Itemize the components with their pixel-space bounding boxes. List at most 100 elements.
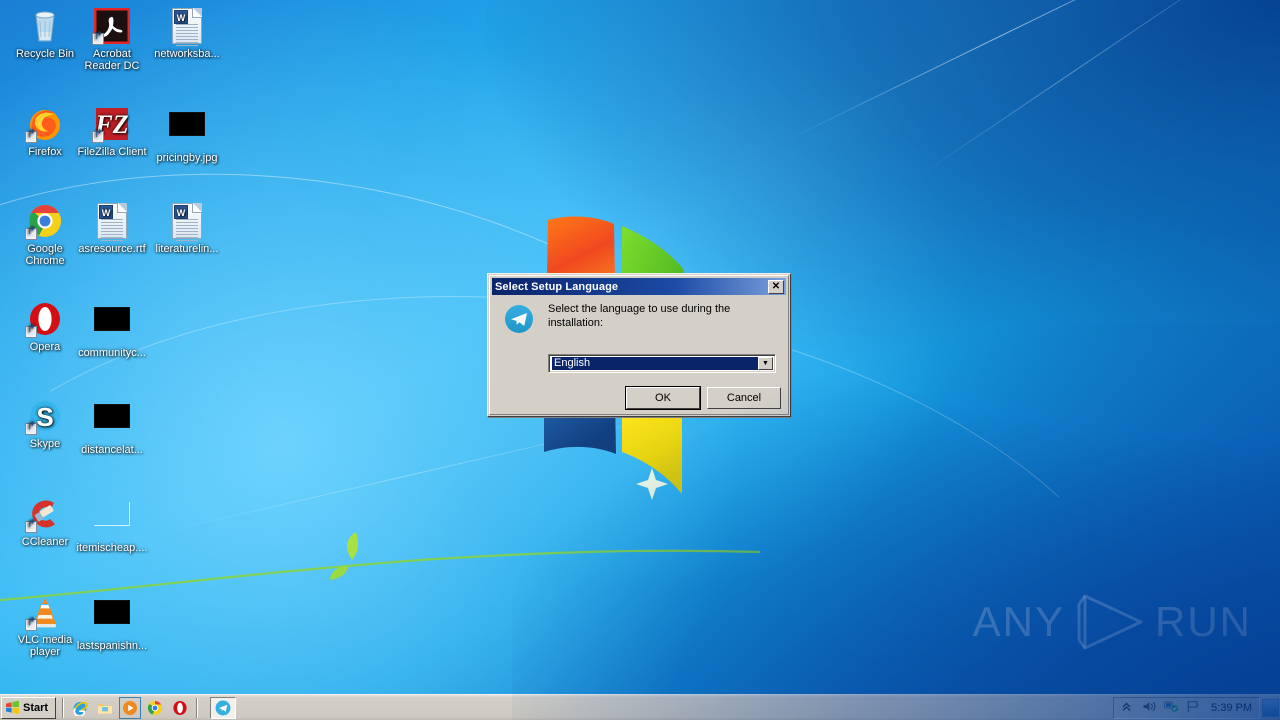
quicklaunch-internet-explorer[interactable]	[72, 700, 88, 716]
desktop-icon-distancelat[interactable]: distancelat...	[75, 398, 149, 456]
desktop-icon-label: Recycle Bin	[8, 48, 82, 60]
desktop-icon-itemischeap[interactable]: itemischeap....	[75, 496, 149, 554]
desktop-icon-google-chrome[interactable]: Google Chrome	[8, 203, 82, 267]
desktop-icon-label: Opera	[8, 341, 82, 353]
desktop-icon-acrobat-reader-dc[interactable]: Acrobat Reader DC	[75, 8, 149, 72]
dialog-frame: Select Setup Language ✕ Select the langu…	[489, 275, 789, 415]
desktop-icon-vlc-media-player[interactable]: VLC media player	[8, 594, 82, 658]
chevron-down-icon[interactable]: ▼	[758, 357, 773, 370]
recycle-bin-icon	[27, 8, 63, 44]
svg-text:S: S	[36, 402, 53, 432]
desktop-icon-label: lastspanishn...	[75, 640, 149, 652]
chrome-icon	[147, 700, 163, 716]
shortcut-overlay-icon	[25, 521, 37, 533]
close-icon[interactable]: ✕	[768, 280, 784, 294]
desktop-icon-label: Google Chrome	[8, 243, 82, 267]
desktop-icon-asresource-rtf[interactable]: W asresource.rtf	[75, 203, 149, 255]
desktop-icon-label: literaturelin...	[150, 243, 224, 255]
quicklaunch-windows-media-player[interactable]	[122, 700, 138, 716]
shortcut-overlay-icon	[92, 131, 104, 143]
desktop-icon-pricingby-jpg[interactable]: pricingby.jpg	[150, 106, 224, 164]
shortcut-overlay-icon	[25, 228, 37, 240]
language-combobox[interactable]: English ▼	[548, 354, 776, 373]
taskbar-divider	[196, 698, 198, 718]
task-button-telegram-setup[interactable]	[210, 697, 236, 719]
shortcut-overlay-icon	[92, 33, 104, 45]
dialog-title: Select Setup Language	[495, 281, 768, 293]
system-tray[interactable]: 5:39 PM	[1113, 697, 1260, 719]
task-button-list[interactable]	[202, 697, 236, 719]
show-desktop-button[interactable]	[1262, 699, 1279, 717]
filezilla-icon: FZ	[94, 106, 130, 142]
skype-icon: S	[27, 398, 63, 434]
language-selected-value[interactable]: English	[551, 357, 758, 370]
network-icon[interactable]	[1164, 700, 1179, 715]
desktop-icon-label: Firefox	[8, 146, 82, 158]
desktop[interactable]: Recycle Bin Acrobat Reader DC W networks…	[0, 0, 1280, 720]
speaker-icon[interactable]	[1142, 700, 1157, 715]
desktop-icon-opera[interactable]: Opera	[8, 301, 82, 353]
desktop-icon-firefox[interactable]: Firefox	[8, 106, 82, 158]
desktop-icon-label: networksba...	[150, 48, 224, 60]
taskbar-divider	[62, 698, 64, 718]
quicklaunch-windows-explorer[interactable]	[97, 700, 113, 716]
shortcut-overlay-icon	[25, 423, 37, 435]
desktop-icon-label: Skype	[8, 438, 82, 450]
desktop-icon-literaturelin[interactable]: W literaturelin...	[150, 203, 224, 255]
windows-flag-icon	[5, 700, 20, 715]
black-thumb-icon	[94, 600, 130, 636]
desktop-icon-label: distancelat...	[75, 444, 149, 456]
select-setup-language-dialog[interactable]: Select Setup Language ✕ Select the langu…	[487, 273, 791, 417]
desktop-icon-label: VLC media player	[8, 634, 82, 658]
desktop-icon-label: CCleaner	[8, 536, 82, 548]
desktop-icon-label: asresource.rtf	[75, 243, 149, 255]
shortcut-overlay-icon	[25, 131, 37, 143]
desktop-icon-communityc[interactable]: communityc...	[75, 301, 149, 359]
quick-launch-bar[interactable]	[68, 700, 192, 716]
internet-explorer-icon	[72, 700, 88, 716]
vlc-icon	[27, 594, 63, 630]
desktop-icon-label: itemischeap....	[75, 542, 149, 554]
opera-icon	[172, 700, 188, 716]
flag-icon[interactable]	[1186, 700, 1201, 715]
desktop-icon-skype[interactable]: S Skype	[8, 398, 82, 450]
cancel-button[interactable]: Cancel	[707, 387, 781, 409]
telegram-icon	[504, 304, 534, 334]
shortcut-overlay-icon	[25, 619, 37, 631]
ccleaner-icon	[27, 496, 63, 532]
telegram-icon	[215, 700, 231, 716]
desktop-icon-ccleaner[interactable]: CCleaner	[8, 496, 82, 548]
desktop-icon-filezilla-client[interactable]: FZ FileZilla Client	[75, 106, 149, 158]
dialog-prompt-text: Select the language to use during the in…	[548, 302, 778, 330]
quicklaunch-google-chrome[interactable]	[147, 700, 163, 716]
firefox-icon	[27, 106, 63, 142]
watermark-any-text: ANY	[973, 598, 1065, 646]
wallpaper-streak	[916, 0, 1265, 178]
folder-icon	[97, 700, 113, 716]
chevron-up-icon[interactable]	[1120, 700, 1135, 715]
desktop-icon-networksba[interactable]: W networksba...	[150, 8, 224, 60]
anyrun-watermark: ANY RUN	[973, 590, 1252, 654]
desktop-icon-label: communityc...	[75, 347, 149, 359]
desktop-icon-lastspanishn[interactable]: lastspanishn...	[75, 594, 149, 652]
wallpaper-streak	[786, 0, 1254, 141]
word-doc-icon: W	[94, 203, 130, 239]
black-thumb-icon	[94, 404, 130, 440]
start-button[interactable]: Start	[1, 697, 56, 719]
quicklaunch-opera[interactable]	[172, 700, 188, 716]
desktop-icon-label: FileZilla Client	[75, 146, 149, 158]
desktop-icon-recycle-bin[interactable]: Recycle Bin	[8, 8, 82, 60]
acrobat-icon	[94, 8, 130, 44]
dialog-titlebar[interactable]: Select Setup Language ✕	[492, 278, 786, 295]
word-doc-icon: W	[169, 8, 205, 44]
media-player-icon	[122, 700, 138, 716]
taskbar[interactable]: Start	[0, 694, 1280, 720]
desktop-icon-label: pricingby.jpg	[150, 152, 224, 164]
start-button-label: Start	[23, 702, 48, 714]
taskbar-clock[interactable]: 5:39 PM	[1208, 702, 1255, 714]
opera-icon	[27, 301, 63, 337]
black-thumb-icon	[94, 307, 130, 343]
ok-button[interactable]: OK	[626, 387, 700, 409]
black-thumb-icon	[169, 112, 205, 148]
desktop-icon-label: Acrobat Reader DC	[75, 48, 149, 72]
